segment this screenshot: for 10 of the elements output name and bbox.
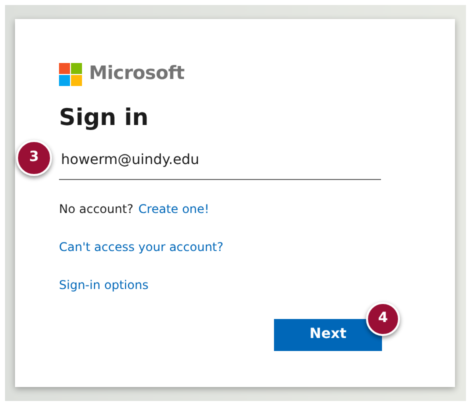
- email-field[interactable]: howerm@uindy.edu: [59, 144, 381, 180]
- step-badge: 4: [366, 302, 400, 336]
- help-link[interactable]: Can't access your account?: [59, 240, 224, 254]
- page-heading: Sign in: [59, 104, 150, 133]
- prompt-text: No account?: [59, 202, 134, 216]
- step-badge: 3: [16, 140, 52, 176]
- help-link[interactable]: Sign-in options: [59, 278, 148, 292]
- logo-text: Microsoft: [89, 62, 184, 86]
- logo-icon: [59, 62, 82, 86]
- create-account-link[interactable]: Create one!: [138, 202, 210, 216]
